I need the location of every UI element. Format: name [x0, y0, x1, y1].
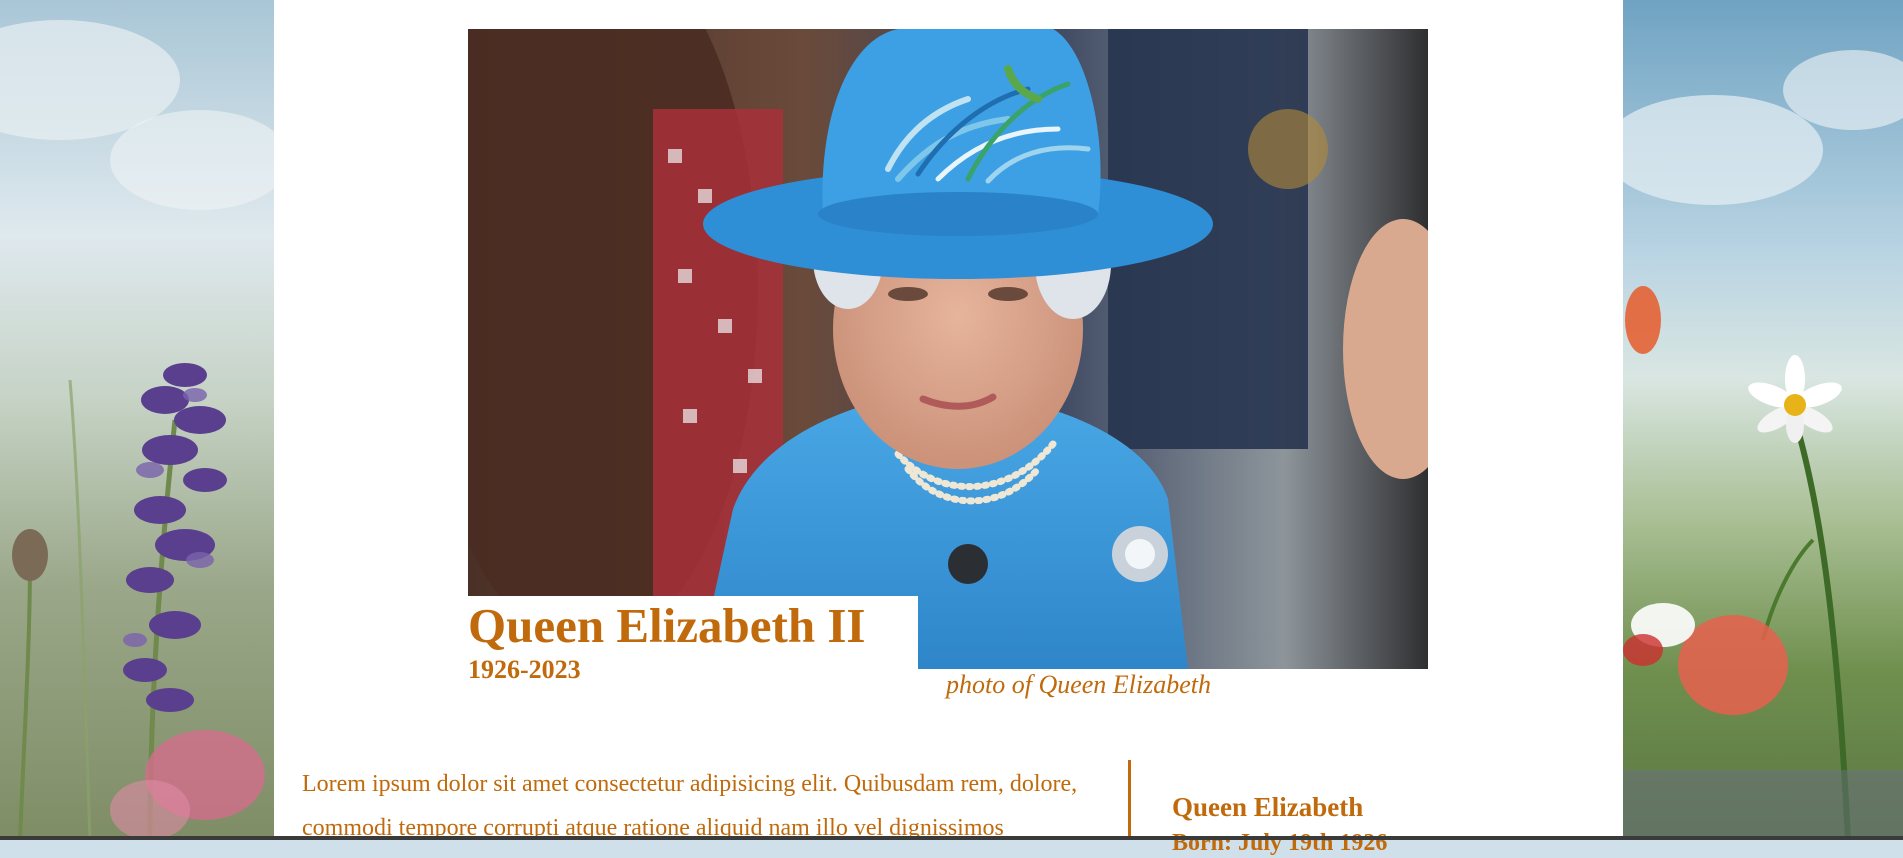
background-flowers-right	[1623, 0, 1903, 840]
bottom-edge-bar	[0, 836, 1903, 840]
sidebar-title: Queen Elizabeth	[1172, 792, 1364, 822]
sidebar-born-date: Born: July 19th 1926	[1172, 830, 1388, 856]
photo-caption: photo of Queen Elizabeth	[946, 670, 1212, 699]
column-divider	[1128, 760, 1131, 840]
flowers-left-illustration	[0, 20, 274, 840]
background-flowers-left	[0, 0, 274, 840]
memorial-page: Queen Elizabeth II 1926-2023 photo of Qu…	[274, 0, 1623, 856]
flowers-right-illustration	[1623, 50, 1903, 840]
portrait-illustration	[468, 29, 1428, 669]
queen-portrait-image	[468, 29, 1428, 669]
memorial-years: 1926-2023	[468, 655, 581, 684]
memorial-name: Queen Elizabeth II	[468, 598, 866, 653]
